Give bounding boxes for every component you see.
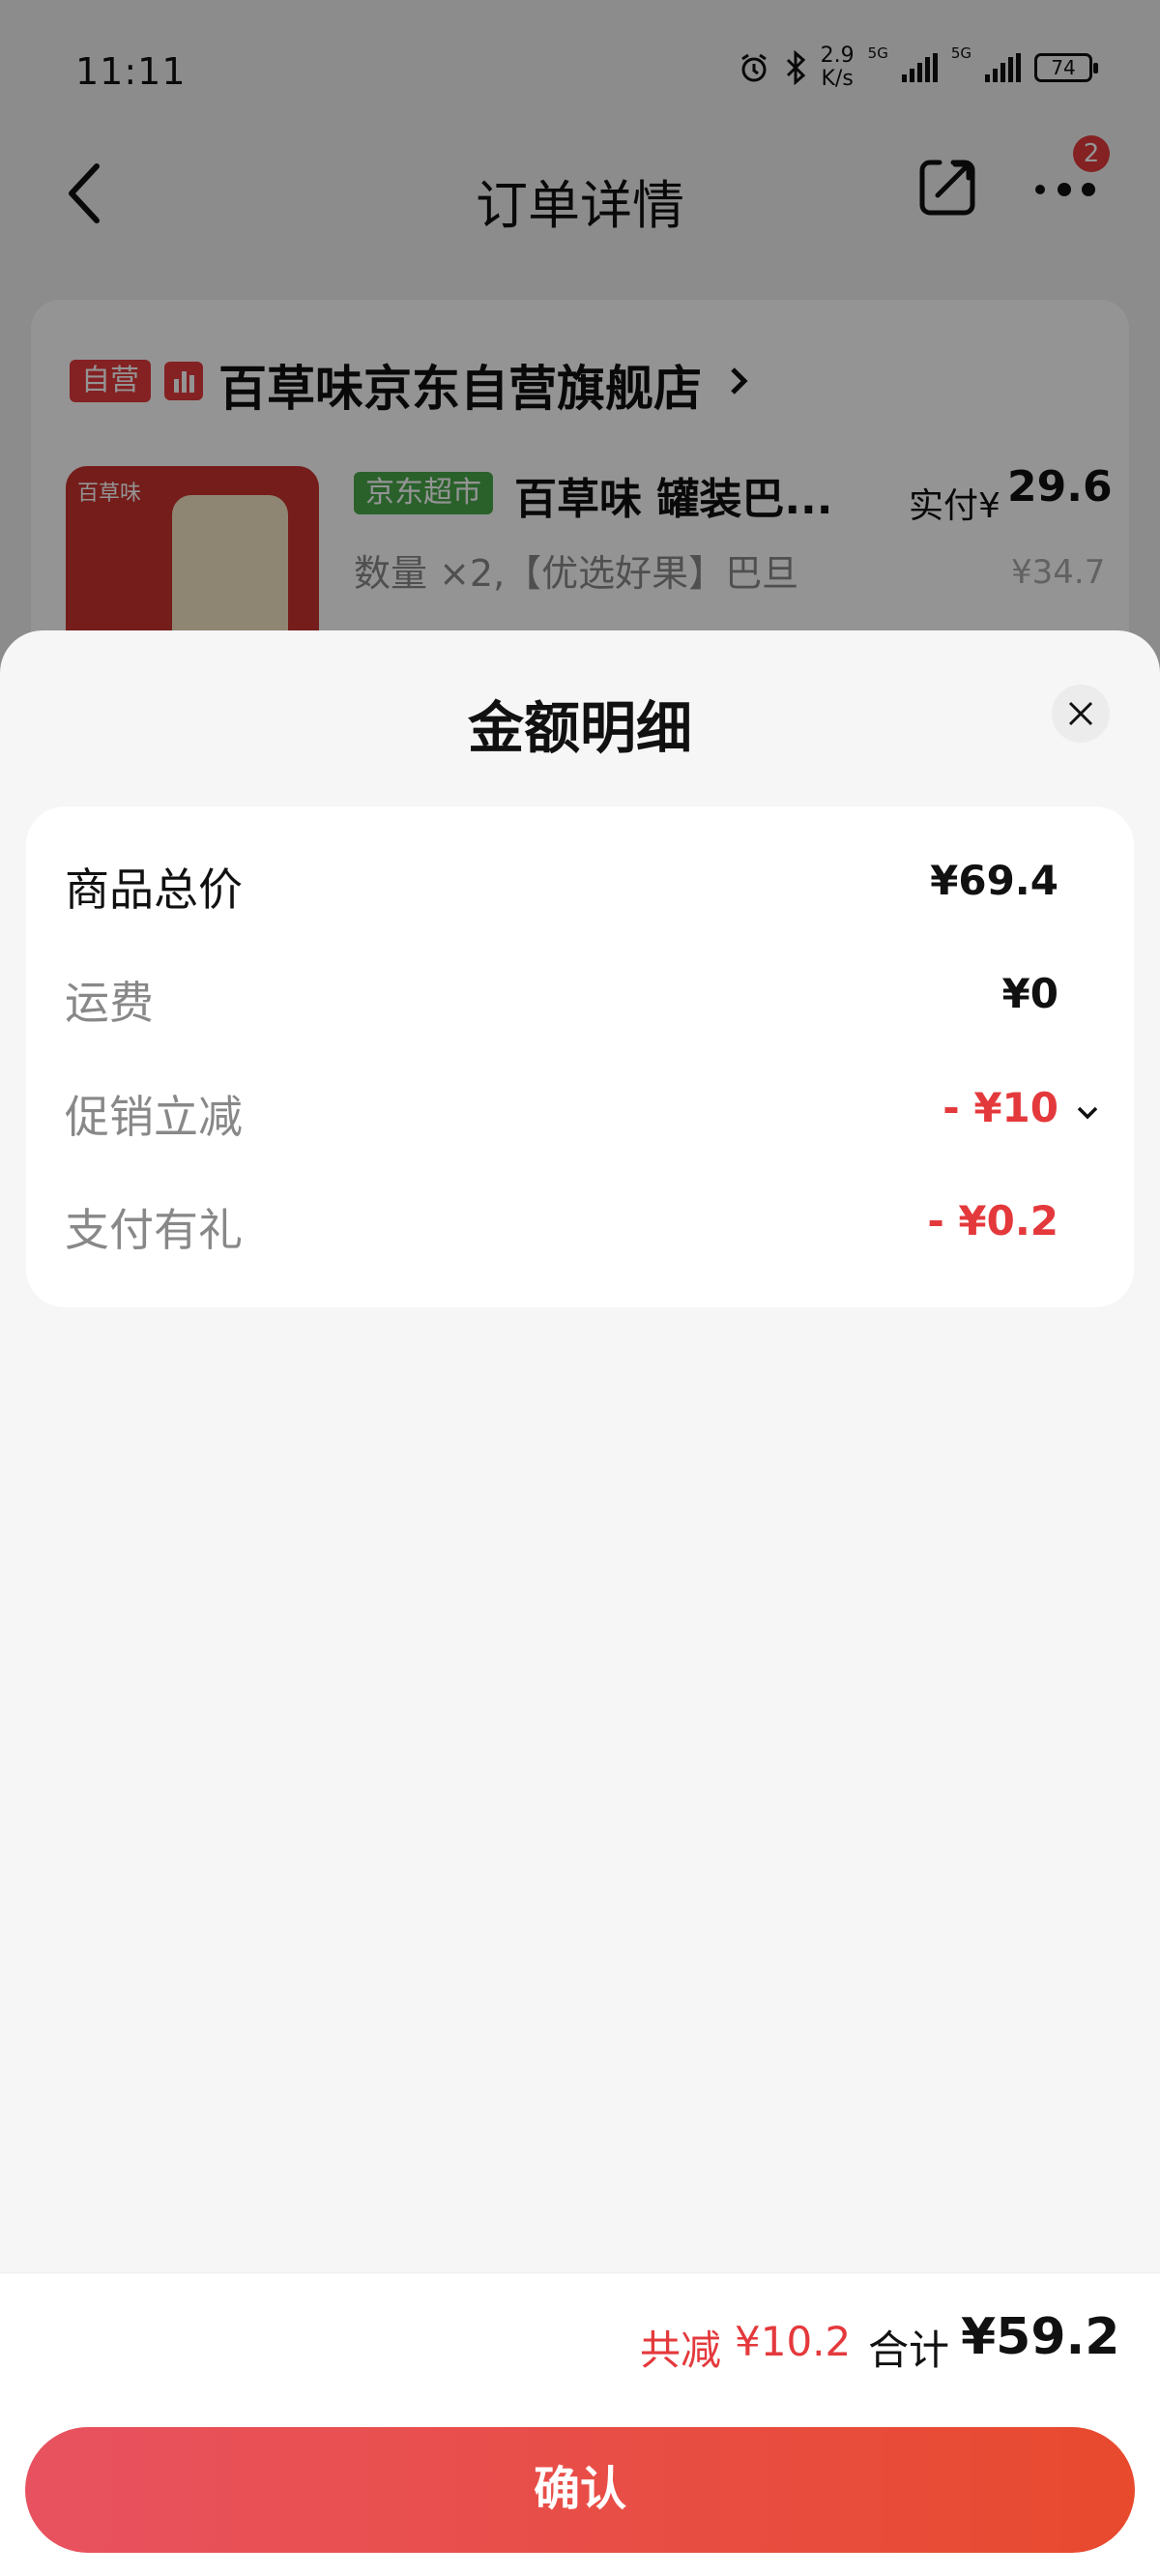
total-label: 合计 — [868, 2327, 950, 2374]
confirm-area: 确认 — [0, 2408, 1160, 2576]
row-goods-total: 商品总价 ¥69.4 — [26, 845, 1134, 922]
amount-detail-card: 商品总价 ¥69.4 运费 ¥0 促销立减 - ¥10 支付有礼 - ¥0.2 — [26, 806, 1134, 1307]
row-label: 促销立减 — [65, 1091, 243, 1143]
row-label: 运费 — [65, 977, 154, 1029]
chevron-down-icon[interactable] — [1076, 1105, 1099, 1121]
summary-bar: 共减 ¥10.2 合计 ¥59.2 — [0, 2272, 1160, 2408]
row-value: ¥0 — [1001, 970, 1058, 1017]
row-label: 支付有礼 — [65, 1204, 243, 1256]
row-payment-gift: 支付有礼 - ¥0.2 — [26, 1186, 1134, 1263]
saving-value: ¥10.2 — [735, 2318, 852, 2365]
sheet-title: 金额明细 — [467, 695, 692, 761]
row-value: - ¥10 — [942, 1084, 1058, 1131]
close-button[interactable] — [1052, 685, 1110, 743]
dim-overlay[interactable] — [0, 0, 1160, 677]
row-promotion[interactable]: 促销立减 - ¥10 — [26, 1072, 1134, 1150]
saving-label: 共减 — [640, 2327, 722, 2374]
row-value: ¥69.4 — [930, 857, 1058, 904]
total-value: ¥59.2 — [961, 2308, 1120, 2366]
close-icon — [1068, 701, 1093, 726]
row-value: - ¥0.2 — [927, 1197, 1058, 1244]
confirm-button[interactable]: 确认 — [25, 2427, 1135, 2553]
row-shipping: 运费 ¥0 — [26, 958, 1134, 1036]
row-label: 商品总价 — [65, 864, 243, 916]
